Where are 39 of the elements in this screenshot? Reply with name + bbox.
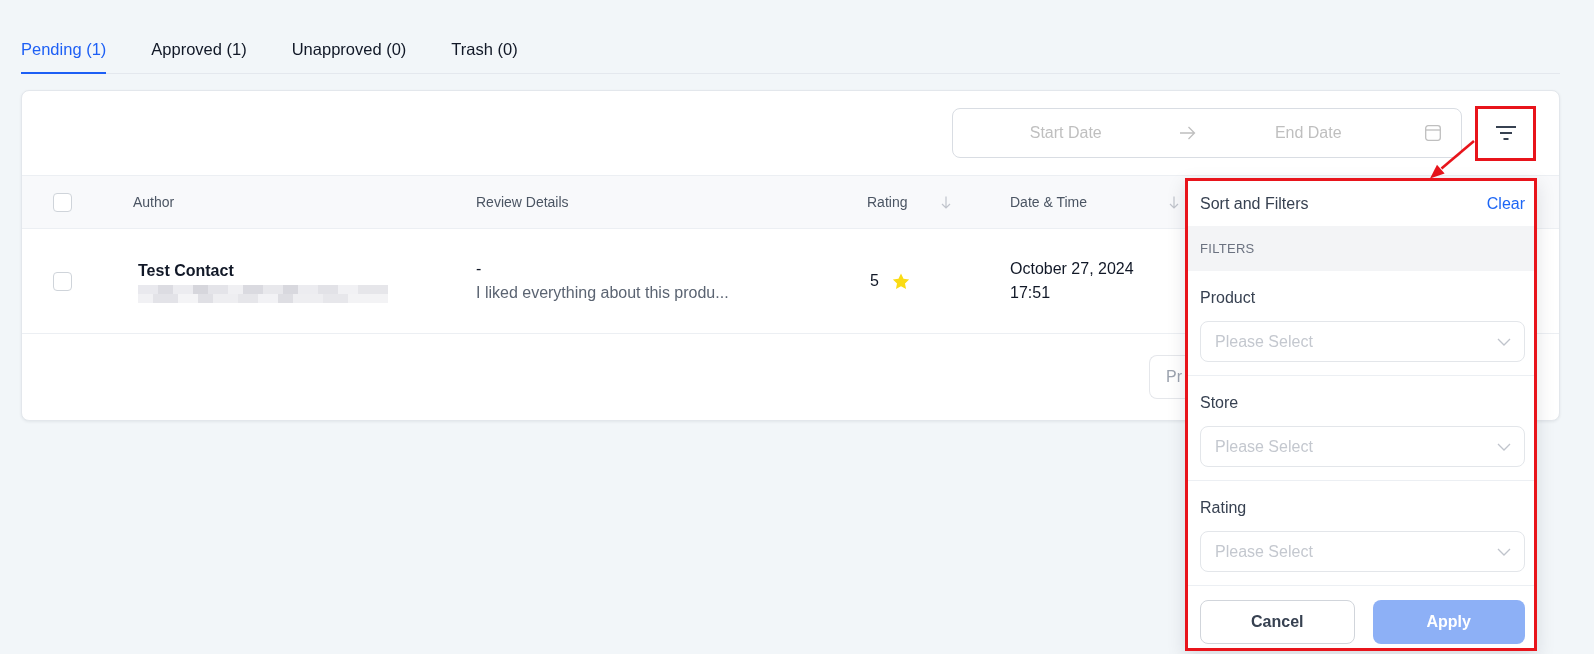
author-name: Test Contact (138, 261, 234, 281)
cancel-button[interactable]: Cancel (1200, 600, 1355, 644)
tab[interactable]: Pending (1) (21, 26, 107, 74)
filter-label: Product (1200, 288, 1256, 308)
down-arrow-icon (941, 195, 951, 209)
down-arrow-icon (1169, 195, 1179, 209)
filter-label: Rating (1200, 498, 1247, 518)
end-date-input[interactable]: End Date (1195, 121, 1421, 145)
chevron-down-icon (1497, 443, 1511, 451)
tab[interactable]: Approved (1) (151, 26, 247, 74)
dropdown-field[interactable]: Please Select (1200, 426, 1525, 467)
checkbox[interactable] (53, 271, 72, 291)
filter-icon (1495, 126, 1516, 140)
chevron-down-icon (1497, 548, 1511, 556)
tab[interactable]: Trash (0) (451, 26, 518, 74)
panel-title: Sort and Filters (1200, 194, 1309, 213)
review-title: - (476, 259, 482, 279)
column-header[interactable]: Date & Time (1010, 193, 1179, 211)
section-header: FILTERS (1188, 226, 1534, 271)
column-header: Author (133, 193, 175, 211)
column-header[interactable]: Rating (867, 193, 951, 211)
review-time: 17:51 (1010, 283, 1051, 303)
checkbox[interactable] (53, 192, 72, 212)
review-date: October 27, 2024 (1010, 259, 1134, 279)
chevron-down-icon (1497, 338, 1511, 346)
dropdown-field[interactable]: Please Select (1200, 321, 1525, 362)
dropdown-field[interactable]: Please Select (1200, 531, 1525, 572)
filter-label: Store (1200, 393, 1239, 413)
review-excerpt: I liked everything about this produ... (476, 283, 729, 303)
arrow-right-icon (1178, 126, 1196, 140)
date-range-picker[interactable]: Start Date End Date (952, 108, 1462, 158)
filter-button[interactable] (1475, 105, 1536, 161)
start-date-input[interactable]: Start Date (953, 121, 1179, 145)
rating-value: 5 (870, 271, 879, 291)
tab[interactable]: Unapproved (0) (291, 26, 407, 74)
column-header: Review Details (476, 193, 569, 211)
star-icon (891, 272, 910, 290)
calendar-icon (1425, 125, 1441, 141)
clear-button[interactable]: Clear (1486, 194, 1525, 213)
